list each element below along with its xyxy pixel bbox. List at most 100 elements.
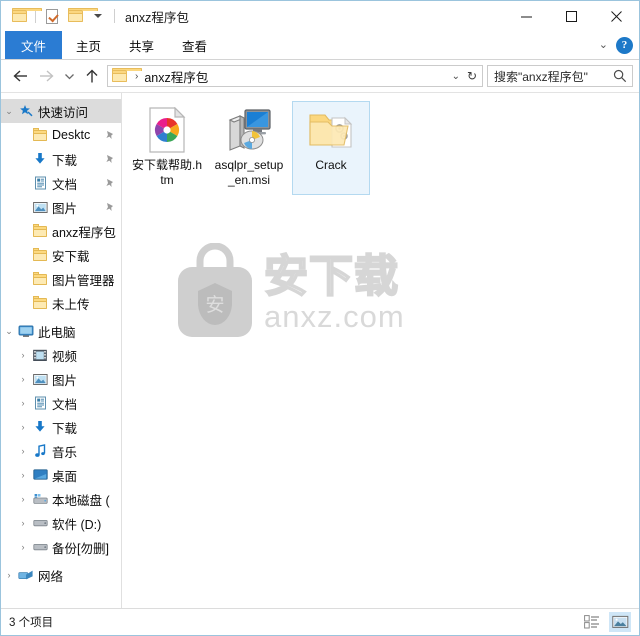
refresh-icon[interactable]: ↻: [467, 70, 477, 82]
ribbon-tab-bar: 文件 主页 共享 查看 ⌄ ?: [1, 31, 639, 60]
sidebar-item-anxiazai[interactable]: 安下载: [1, 243, 121, 267]
sidebar-item-documents-pc[interactable]: › 文档: [1, 391, 121, 415]
up-arrow-icon: [86, 69, 98, 82]
close-icon: [611, 10, 622, 22]
forward-button[interactable]: [33, 63, 59, 89]
folder-icon: [31, 248, 49, 261]
qat-folder-icon[interactable]: [9, 6, 42, 26]
search-input[interactable]: 搜索"anxz程序包": [494, 68, 588, 85]
pin-icon[interactable]: [105, 202, 115, 213]
music-icon: [31, 444, 49, 458]
expander-chevron-right-icon[interactable]: ›: [1, 518, 31, 528]
sidebar-item-desktop-pc[interactable]: › 桌面: [1, 463, 121, 487]
sidebar-item-picture-manager[interactable]: 图片管理器: [1, 267, 121, 291]
folder-item-crack[interactable]: Crack: [292, 101, 370, 195]
qat-new-folder-button[interactable]: [65, 6, 98, 26]
sidebar-item-documents[interactable]: 文档: [1, 171, 121, 195]
file-name: Crack: [315, 158, 347, 172]
breadcrumb-item-current[interactable]: anxz程序包: [144, 67, 208, 86]
status-bar: 3 个项目: [1, 608, 639, 635]
expander-chevron-right-icon[interactable]: ›: [1, 494, 31, 504]
expander-chevron-right-icon[interactable]: ›: [1, 446, 31, 456]
sidebar-item-not-uploaded[interactable]: 未上传: [1, 291, 121, 315]
expander-chevron-right-icon[interactable]: ›: [1, 470, 31, 480]
pictures-icon: [31, 201, 49, 214]
minimize-icon: [521, 16, 532, 17]
sidebar-item-desktop[interactable]: Desktc: [1, 123, 121, 147]
file-name: 安下载帮助.htm: [131, 158, 202, 187]
sidebar-item-drive-d[interactable]: › 软件 (D:): [1, 511, 121, 535]
tab-file[interactable]: 文件: [5, 31, 63, 59]
expander-chevron-down-icon[interactable]: ⌄: [1, 106, 17, 117]
help-button[interactable]: ?: [616, 36, 633, 54]
sidebar-item-pictures-pc[interactable]: › 图片: [1, 367, 121, 391]
large-icons-view-button[interactable]: [609, 612, 631, 632]
expander-chevron-right-icon[interactable]: ›: [1, 570, 17, 580]
sidebar-group-label: 此电脑: [38, 325, 76, 340]
address-dropdown-chevron-icon[interactable]: ⌄: [452, 71, 460, 82]
back-button[interactable]: [7, 63, 33, 89]
expander-chevron-right-icon[interactable]: ›: [1, 350, 31, 360]
qat-properties-button[interactable]: [42, 6, 62, 26]
sidebar-item-pictures[interactable]: 图片: [1, 195, 121, 219]
details-view-button[interactable]: [581, 612, 603, 632]
pin-icon[interactable]: [105, 178, 115, 189]
navigation-pane[interactable]: ⌄ 快速访问 Desktc 下载 文档 图片 anxz程序包 安下载 图片管理器…: [1, 93, 122, 608]
search-icon[interactable]: [613, 69, 627, 83]
file-items: 安下载帮助.htm asqlpr_setup_en.msi Crack: [122, 93, 639, 203]
sidebar-item-music[interactable]: › 音乐: [1, 439, 121, 463]
expander-chevron-right-icon[interactable]: ›: [1, 542, 31, 552]
sidebar-group-this-pc[interactable]: ⌄ 此电脑: [1, 319, 121, 343]
folder-icon: [31, 224, 49, 237]
this-pc-icon: [17, 325, 35, 338]
sidebar-group-label: 快速访问: [38, 105, 89, 120]
expander-chevron-right-icon[interactable]: ›: [1, 374, 31, 384]
minimize-button[interactable]: [504, 1, 549, 31]
sidebar-item-label: 图片管理器: [52, 273, 115, 288]
address-input[interactable]: › anxz程序包 ⌄ ↻: [107, 65, 483, 87]
pin-icon[interactable]: [105, 154, 115, 165]
sidebar-item-anxz-package[interactable]: anxz程序包: [1, 219, 121, 243]
sidebar-item-videos[interactable]: › 视频: [1, 343, 121, 367]
folder-icon: [31, 128, 49, 141]
sidebar-item-label: Desktc: [52, 128, 91, 142]
sidebar-group-network[interactable]: › 网络: [1, 563, 121, 587]
breadcrumb: › anxz程序包: [112, 67, 208, 86]
expand-ribbon-chevron-icon[interactable]: ⌄: [599, 39, 608, 51]
sidebar-item-label: 音乐: [52, 445, 78, 460]
sidebar-item-downloads-pc[interactable]: › 下载: [1, 415, 121, 439]
item-count-label: 3 个项目: [9, 617, 54, 629]
pin-icon[interactable]: [105, 130, 115, 141]
system-drive-icon: [31, 493, 49, 505]
file-item-htm[interactable]: 安下载帮助.htm: [128, 101, 206, 195]
sidebar-item-label: 软件 (D:): [52, 517, 102, 532]
sidebar-item-label: 图片: [52, 373, 78, 388]
file-list-pane[interactable]: 安下载帮助.htm asqlpr_setup_en.msi Crack 安 安下…: [122, 93, 639, 608]
tab-home[interactable]: 主页: [62, 31, 115, 59]
sidebar-item-label: 文档: [52, 397, 78, 412]
download-icon: [31, 152, 49, 166]
sidebar-item-label: 备份[勿删]: [52, 541, 109, 556]
tab-share[interactable]: 共享: [115, 31, 168, 59]
sidebar-item-downloads[interactable]: 下载: [1, 147, 121, 171]
expander-chevron-down-icon[interactable]: ⌄: [1, 326, 17, 337]
drive-icon: [31, 542, 49, 552]
download-icon: [31, 420, 49, 434]
file-item-msi[interactable]: asqlpr_setup_en.msi: [210, 101, 288, 195]
breadcrumb-folder-icon[interactable]: [112, 68, 142, 82]
breadcrumb-separator-icon[interactable]: ›: [134, 71, 139, 82]
expander-chevron-right-icon[interactable]: ›: [1, 422, 31, 432]
maximize-button[interactable]: [549, 1, 594, 31]
expander-chevron-right-icon[interactable]: ›: [1, 398, 31, 408]
sidebar-item-backup-drive[interactable]: › 备份[勿删]: [1, 535, 121, 559]
search-box[interactable]: 搜索"anxz程序包": [487, 65, 633, 87]
recent-locations-button[interactable]: [59, 63, 79, 89]
sidebar-item-label: 下载: [52, 421, 78, 436]
folder-icon: [11, 8, 42, 22]
sidebar-item-label: 文档: [52, 177, 78, 192]
up-button[interactable]: [79, 63, 105, 89]
close-button[interactable]: [594, 1, 639, 31]
sidebar-group-quick-access[interactable]: ⌄ 快速访问: [1, 99, 121, 123]
tab-view[interactable]: 查看: [168, 31, 221, 59]
sidebar-item-local-disk[interactable]: › 本地磁盘 (: [1, 487, 121, 511]
